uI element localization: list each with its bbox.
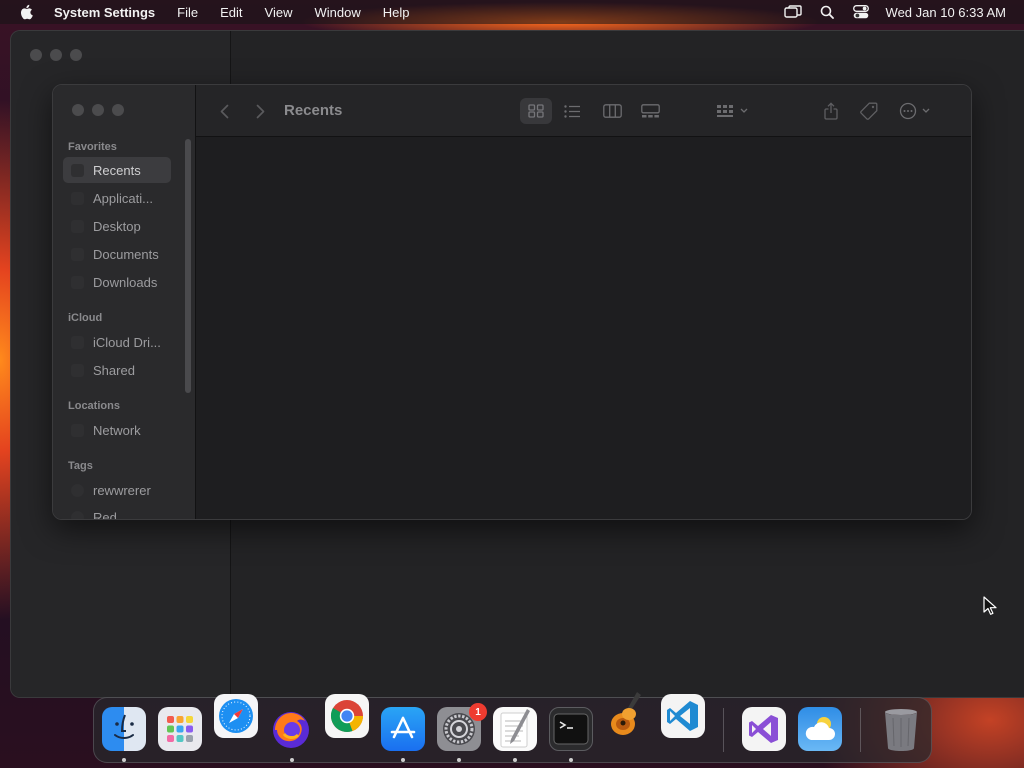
tag-icon[interactable] [856, 98, 882, 124]
tag-icon [71, 483, 84, 497]
group-by-button[interactable] [712, 98, 752, 124]
sidebar-item-label: Desktop [93, 218, 141, 234]
sidebar-item-label: Applicati... [93, 190, 153, 206]
dock-separator [860, 708, 861, 752]
terminal-running-indicator [569, 758, 573, 762]
window-title: Recents [284, 102, 343, 119]
list-view-button[interactable] [556, 98, 588, 124]
screen-mirroring-icon[interactable] [776, 5, 810, 19]
finder-running-indicator [122, 758, 126, 762]
sidebar-item-label: Shared [93, 362, 135, 378]
zoom-window-button[interactable] [70, 49, 82, 61]
dock-weather-icon[interactable] [798, 707, 842, 751]
forward-button[interactable] [250, 98, 270, 124]
menu-edit[interactable]: Edit [209, 0, 253, 24]
firefox-running-indicator [290, 758, 294, 762]
column-view-button[interactable] [596, 98, 628, 124]
finder-toolbar: Recents [196, 85, 971, 137]
sidebar-item-label: Recents [93, 162, 141, 178]
dock-separator [723, 708, 724, 752]
sidebar-item-recents[interactable]: Recents [63, 157, 171, 183]
menu-view[interactable]: View [254, 0, 304, 24]
dock-safari-icon[interactable] [214, 694, 258, 738]
sidebar-item-label: Documents [93, 246, 159, 262]
dock-chrome-icon[interactable] [325, 694, 369, 738]
dock-vscode-icon[interactable] [661, 694, 705, 738]
network-icon [71, 423, 84, 437]
share-icon[interactable] [818, 98, 844, 124]
sidebar-item-icloud-drive[interactable]: iCloud Dri... [63, 329, 171, 355]
sidebar-item-network[interactable]: Network [63, 417, 171, 443]
document-icon [71, 247, 84, 261]
more-actions-button[interactable] [896, 98, 936, 124]
sidebar-item-tag-rewwrerer[interactable]: rewwrerer [63, 477, 171, 503]
download-icon [71, 275, 84, 289]
icloud-label: iCloud [68, 312, 103, 324]
finder-close-button[interactable] [72, 104, 84, 116]
sidebar-item-label: Network [93, 422, 141, 438]
sidebar-scrollbar[interactable] [185, 139, 191, 393]
dock-firefox-icon[interactable] [269, 707, 313, 751]
finder-window: Favorites Recents Applicati... Desktop D… [52, 84, 972, 520]
gallery-view-button[interactable] [634, 98, 666, 124]
dock-terminal-icon[interactable] [549, 707, 593, 751]
back-button[interactable] [214, 98, 234, 124]
finder-content-area[interactable] [196, 137, 971, 519]
close-window-button[interactable] [30, 49, 42, 61]
tag-icon [71, 510, 84, 519]
finder-minimize-button[interactable] [92, 104, 104, 116]
sidebar-item-shared[interactable]: Shared [63, 357, 171, 383]
clock-icon [71, 163, 84, 177]
dock-system-settings-icon[interactable]: 1 [437, 703, 487, 751]
finder-window-controls [72, 104, 124, 116]
notification-badge: 1 [469, 703, 487, 721]
locations-label: Locations [68, 400, 120, 412]
menu-bar: System Settings File Edit View Window He… [0, 0, 1024, 24]
app-store-running-indicator [401, 758, 405, 762]
sidebar-item-desktop[interactable]: Desktop [63, 213, 171, 239]
system-settings-window-controls [30, 49, 82, 61]
dock-launchpad-icon[interactable] [158, 707, 202, 751]
finder-zoom-button[interactable] [112, 104, 124, 116]
apple-menu-icon[interactable] [0, 4, 52, 20]
dock-visual-studio-icon[interactable] [742, 707, 786, 751]
sidebar-item-label: iCloud Dri... [93, 334, 161, 350]
menu-app-name[interactable]: System Settings [52, 0, 166, 24]
system-settings-running-indicator [457, 758, 461, 762]
sidebar-item-applications[interactable]: Applicati... [63, 185, 171, 211]
sidebar-item-label: Downloads [93, 274, 158, 290]
sidebar-item-downloads[interactable]: Downloads [63, 269, 171, 295]
cloud-icon [71, 335, 84, 349]
dock-trash-icon[interactable] [879, 707, 923, 751]
control-center-icon[interactable] [844, 5, 878, 19]
sidebar-item-label: Red [93, 509, 117, 520]
sidebar-item-documents[interactable]: Documents [63, 241, 171, 267]
minimize-window-button[interactable] [50, 49, 62, 61]
menu-window[interactable]: Window [303, 0, 371, 24]
spotlight-search-icon[interactable] [810, 5, 844, 19]
tags-label: Tags [68, 460, 93, 472]
dock-finder-icon[interactable] [102, 707, 146, 751]
dock-garageband-icon[interactable] [605, 692, 649, 736]
menu-file[interactable]: File [166, 0, 209, 24]
shared-folder-icon [71, 363, 84, 377]
dock-app-store-icon[interactable] [381, 707, 425, 751]
desktop-icon [71, 219, 84, 233]
applications-icon [71, 191, 84, 205]
favorites-label: Favorites [68, 141, 117, 153]
textedit-running-indicator [513, 758, 517, 762]
dock: 1 [93, 692, 932, 763]
sidebar-item-tag-red[interactable]: Red [63, 504, 171, 520]
sidebar-item-label: rewwrerer [93, 482, 151, 498]
menu-help[interactable]: Help [372, 0, 421, 24]
mouse-cursor [983, 596, 997, 621]
menu-clock[interactable]: Wed Jan 10 6:33 AM [878, 5, 1024, 20]
finder-sidebar: Favorites Recents Applicati... Desktop D… [53, 85, 196, 519]
icon-view-button[interactable] [520, 98, 552, 124]
dock-textedit-icon[interactable] [493, 707, 537, 751]
